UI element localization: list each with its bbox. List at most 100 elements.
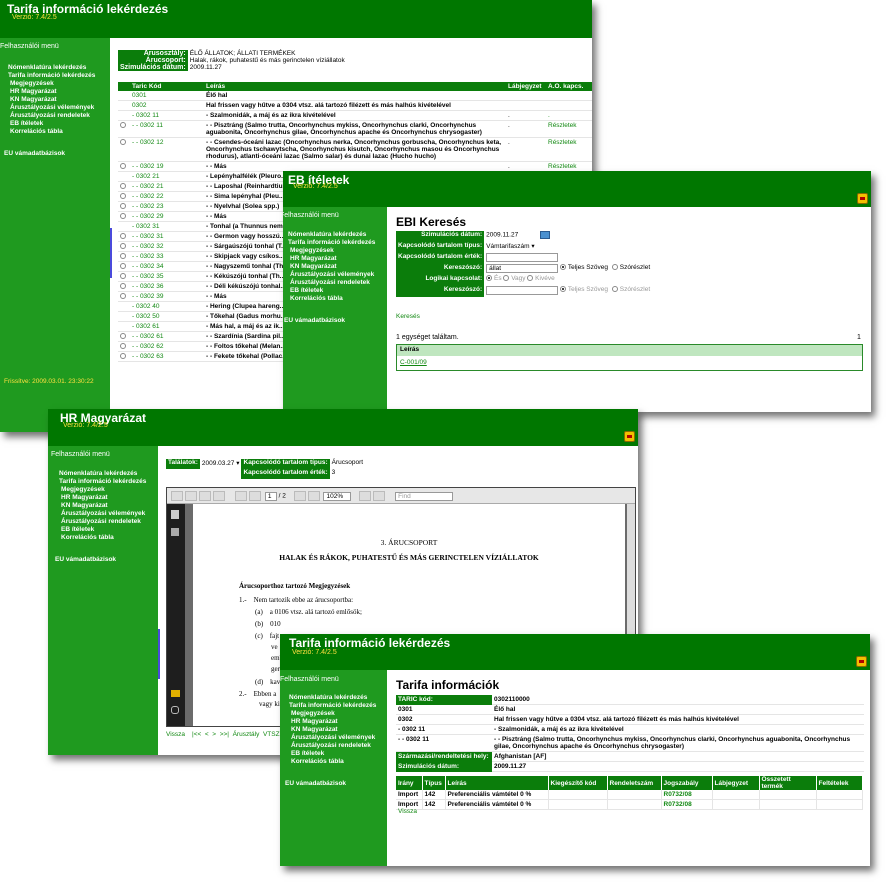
- taric-code[interactable]: - - 0302 32: [130, 241, 204, 252]
- sidebar-item-eu[interactable]: EU vámadatbázisok: [55, 556, 116, 563]
- taric-ao-link[interactable]: Részletek: [546, 137, 592, 162]
- sidebar-item-hr[interactable]: HR Magyarázat: [61, 494, 108, 501]
- sidebar-item-nomenklatura[interactable]: Nómenklatúra lekérdezés: [289, 694, 367, 701]
- sidebar-item-megjegyzesek[interactable]: Megjegyzések: [290, 247, 334, 254]
- taric-code[interactable]: - - 0302 29: [130, 211, 204, 222]
- sidebar-item-velemenyek[interactable]: Árusztályozási vélemények: [290, 271, 374, 278]
- sidebar-item-kn[interactable]: KN Magyarázat: [61, 502, 108, 509]
- sidebar-item-kn[interactable]: KN Magyarázat: [291, 726, 338, 733]
- back-link[interactable]: Vissza: [166, 731, 185, 738]
- row-radio[interactable]: [120, 273, 126, 280]
- taric-code[interactable]: - - 0302 23: [130, 201, 204, 212]
- sidebar-item-megjegyzesek[interactable]: Megjegyzések: [291, 710, 335, 717]
- taric-code[interactable]: - - 0302 12: [130, 137, 204, 162]
- zoom-in-icon[interactable]: [307, 491, 320, 501]
- taric-ao-link[interactable]: Részletek: [546, 120, 592, 138]
- taric-code[interactable]: - - 0302 33: [130, 251, 204, 262]
- row-radio[interactable]: [120, 263, 126, 270]
- pages-icon[interactable]: [171, 510, 179, 519]
- taric-code[interactable]: 0301: [130, 91, 204, 101]
- row-radio[interactable]: [120, 163, 126, 170]
- chevron-down-icon[interactable]: ▾: [234, 460, 239, 467]
- chevron-down-icon[interactable]: ▾: [530, 243, 534, 250]
- radio-full-text[interactable]: [560, 264, 567, 271]
- keyword2-input[interactable]: [486, 286, 559, 295]
- row-radio[interactable]: [120, 353, 126, 360]
- sidebar-item-eb[interactable]: EB ítéletek: [10, 120, 43, 127]
- page-input[interactable]: 1: [264, 491, 277, 501]
- row-radio[interactable]: [120, 333, 126, 340]
- search-link[interactable]: Keresés: [396, 313, 420, 320]
- row-radio[interactable]: [120, 183, 126, 190]
- taric-code[interactable]: - - 0302 35: [130, 271, 204, 282]
- regulation-link[interactable]: R0732/08: [661, 799, 713, 810]
- row-radio[interactable]: [120, 203, 126, 210]
- radio-full-text-2[interactable]: [560, 286, 567, 293]
- back-link[interactable]: Vissza: [398, 808, 417, 815]
- pager[interactable]: |<< < > >>| Árusztály VTSZ: [192, 731, 280, 738]
- sidebar-item-megjegyzesek[interactable]: Megjegyzések: [10, 80, 54, 87]
- sidebar-item-tarifa[interactable]: Tarifa információ lekérdezés: [59, 478, 146, 485]
- zoom-input[interactable]: 102%: [323, 491, 352, 501]
- sidebar-item-tarifa[interactable]: Tarifa információ lekérdezés: [288, 239, 375, 246]
- sidebar-item-eu[interactable]: EU vámadatbázisok: [4, 150, 65, 157]
- comment-icon[interactable]: [171, 690, 180, 697]
- result-link[interactable]: C-001/09: [397, 356, 862, 369]
- sidebar-item-eb[interactable]: EB ítéletek: [290, 287, 323, 294]
- radio-word-part-2[interactable]: [611, 286, 618, 293]
- sidebar-item-velemenyek[interactable]: Árusztályozási vélemények: [291, 734, 375, 741]
- sidebar-item-tarifa[interactable]: Tarifa információ lekérdezés: [8, 72, 95, 79]
- row-radio[interactable]: [120, 293, 126, 300]
- sidebar-item-eu[interactable]: EU vámadatbázisok: [284, 317, 345, 324]
- save-icon[interactable]: [185, 491, 197, 501]
- row-radio[interactable]: [120, 233, 126, 240]
- row-radio[interactable]: [120, 253, 126, 260]
- row-radio[interactable]: [120, 283, 126, 290]
- email-icon[interactable]: [213, 491, 225, 501]
- taric-code[interactable]: - 0302 31: [130, 221, 204, 232]
- sidebar-item-korrelacio[interactable]: Korrelációs tábla: [290, 295, 343, 302]
- taric-code[interactable]: 0302: [130, 100, 204, 111]
- taric-ao-link[interactable]: [546, 91, 592, 101]
- taric-ao-link[interactable]: Részletek: [546, 161, 592, 172]
- sidebar-item-megjegyzesek[interactable]: Megjegyzések: [61, 486, 105, 493]
- sidebar-item-eb[interactable]: EB ítéletek: [291, 750, 324, 757]
- sidebar-item-tarifa[interactable]: Tarifa információ lekérdezés: [289, 702, 376, 709]
- sidebar-item-rendeletek[interactable]: Árusztályozási rendeletek: [291, 742, 371, 749]
- radio-not[interactable]: [527, 275, 534, 282]
- taric-code[interactable]: - - 0302 63: [130, 351, 204, 362]
- fit-page-icon[interactable]: [359, 491, 372, 501]
- sidebar-item-hr[interactable]: HR Magyarázat: [10, 88, 57, 95]
- paperclip-icon[interactable]: [171, 706, 179, 714]
- radio-word-part[interactable]: [611, 264, 618, 271]
- taric-code[interactable]: - - 0302 34: [130, 261, 204, 272]
- sidebar-item-velemenyek[interactable]: Árusztályozási vélemények: [10, 104, 94, 111]
- taric-code[interactable]: - - 0302 19: [130, 161, 204, 172]
- sidebar-item-rendeletek[interactable]: Árusztályozási rendeletek: [10, 112, 90, 119]
- row-radio[interactable]: [120, 122, 126, 129]
- row-radio[interactable]: [120, 139, 126, 146]
- radio-or[interactable]: [503, 275, 510, 282]
- taric-code[interactable]: - 0302 61: [130, 321, 204, 332]
- regulation-link[interactable]: R0732/08: [661, 790, 713, 800]
- find-input[interactable]: Find: [395, 491, 454, 501]
- sidebar-item-kn[interactable]: KN Magyarázat: [10, 96, 57, 103]
- hits-select[interactable]: 2009.03.27: [202, 460, 235, 467]
- sidebar-item-velemenyek[interactable]: Árusztályozási vélemények: [61, 510, 145, 517]
- sidebar-item-rendeletek[interactable]: Árusztályozási rendeletek: [61, 518, 141, 525]
- sidebar-item-rendeletek[interactable]: Árusztályozási rendeletek: [290, 279, 370, 286]
- sidebar-item-eb[interactable]: EB ítéletek: [61, 526, 94, 533]
- row-radio[interactable]: [120, 243, 126, 250]
- taric-ao-link[interactable]: .: [546, 110, 592, 121]
- taric-code[interactable]: - 0302 50: [130, 311, 204, 322]
- scroll-track[interactable]: [158, 629, 160, 679]
- taric-code[interactable]: - - 0302 31: [130, 231, 204, 242]
- taric-code[interactable]: - - 0302 22: [130, 191, 204, 202]
- taric-code[interactable]: - - 0302 36: [130, 281, 204, 292]
- print-icon[interactable]: [171, 491, 183, 501]
- taric-code[interactable]: - - 0302 21: [130, 181, 204, 192]
- fit-width-icon[interactable]: [373, 491, 386, 501]
- sidebar-item-nomenklatura[interactable]: Nómenklatúra lekérdezés: [288, 231, 366, 238]
- prev-page-icon[interactable]: [235, 491, 247, 501]
- sidebar-item-kn[interactable]: KN Magyarázat: [290, 263, 337, 270]
